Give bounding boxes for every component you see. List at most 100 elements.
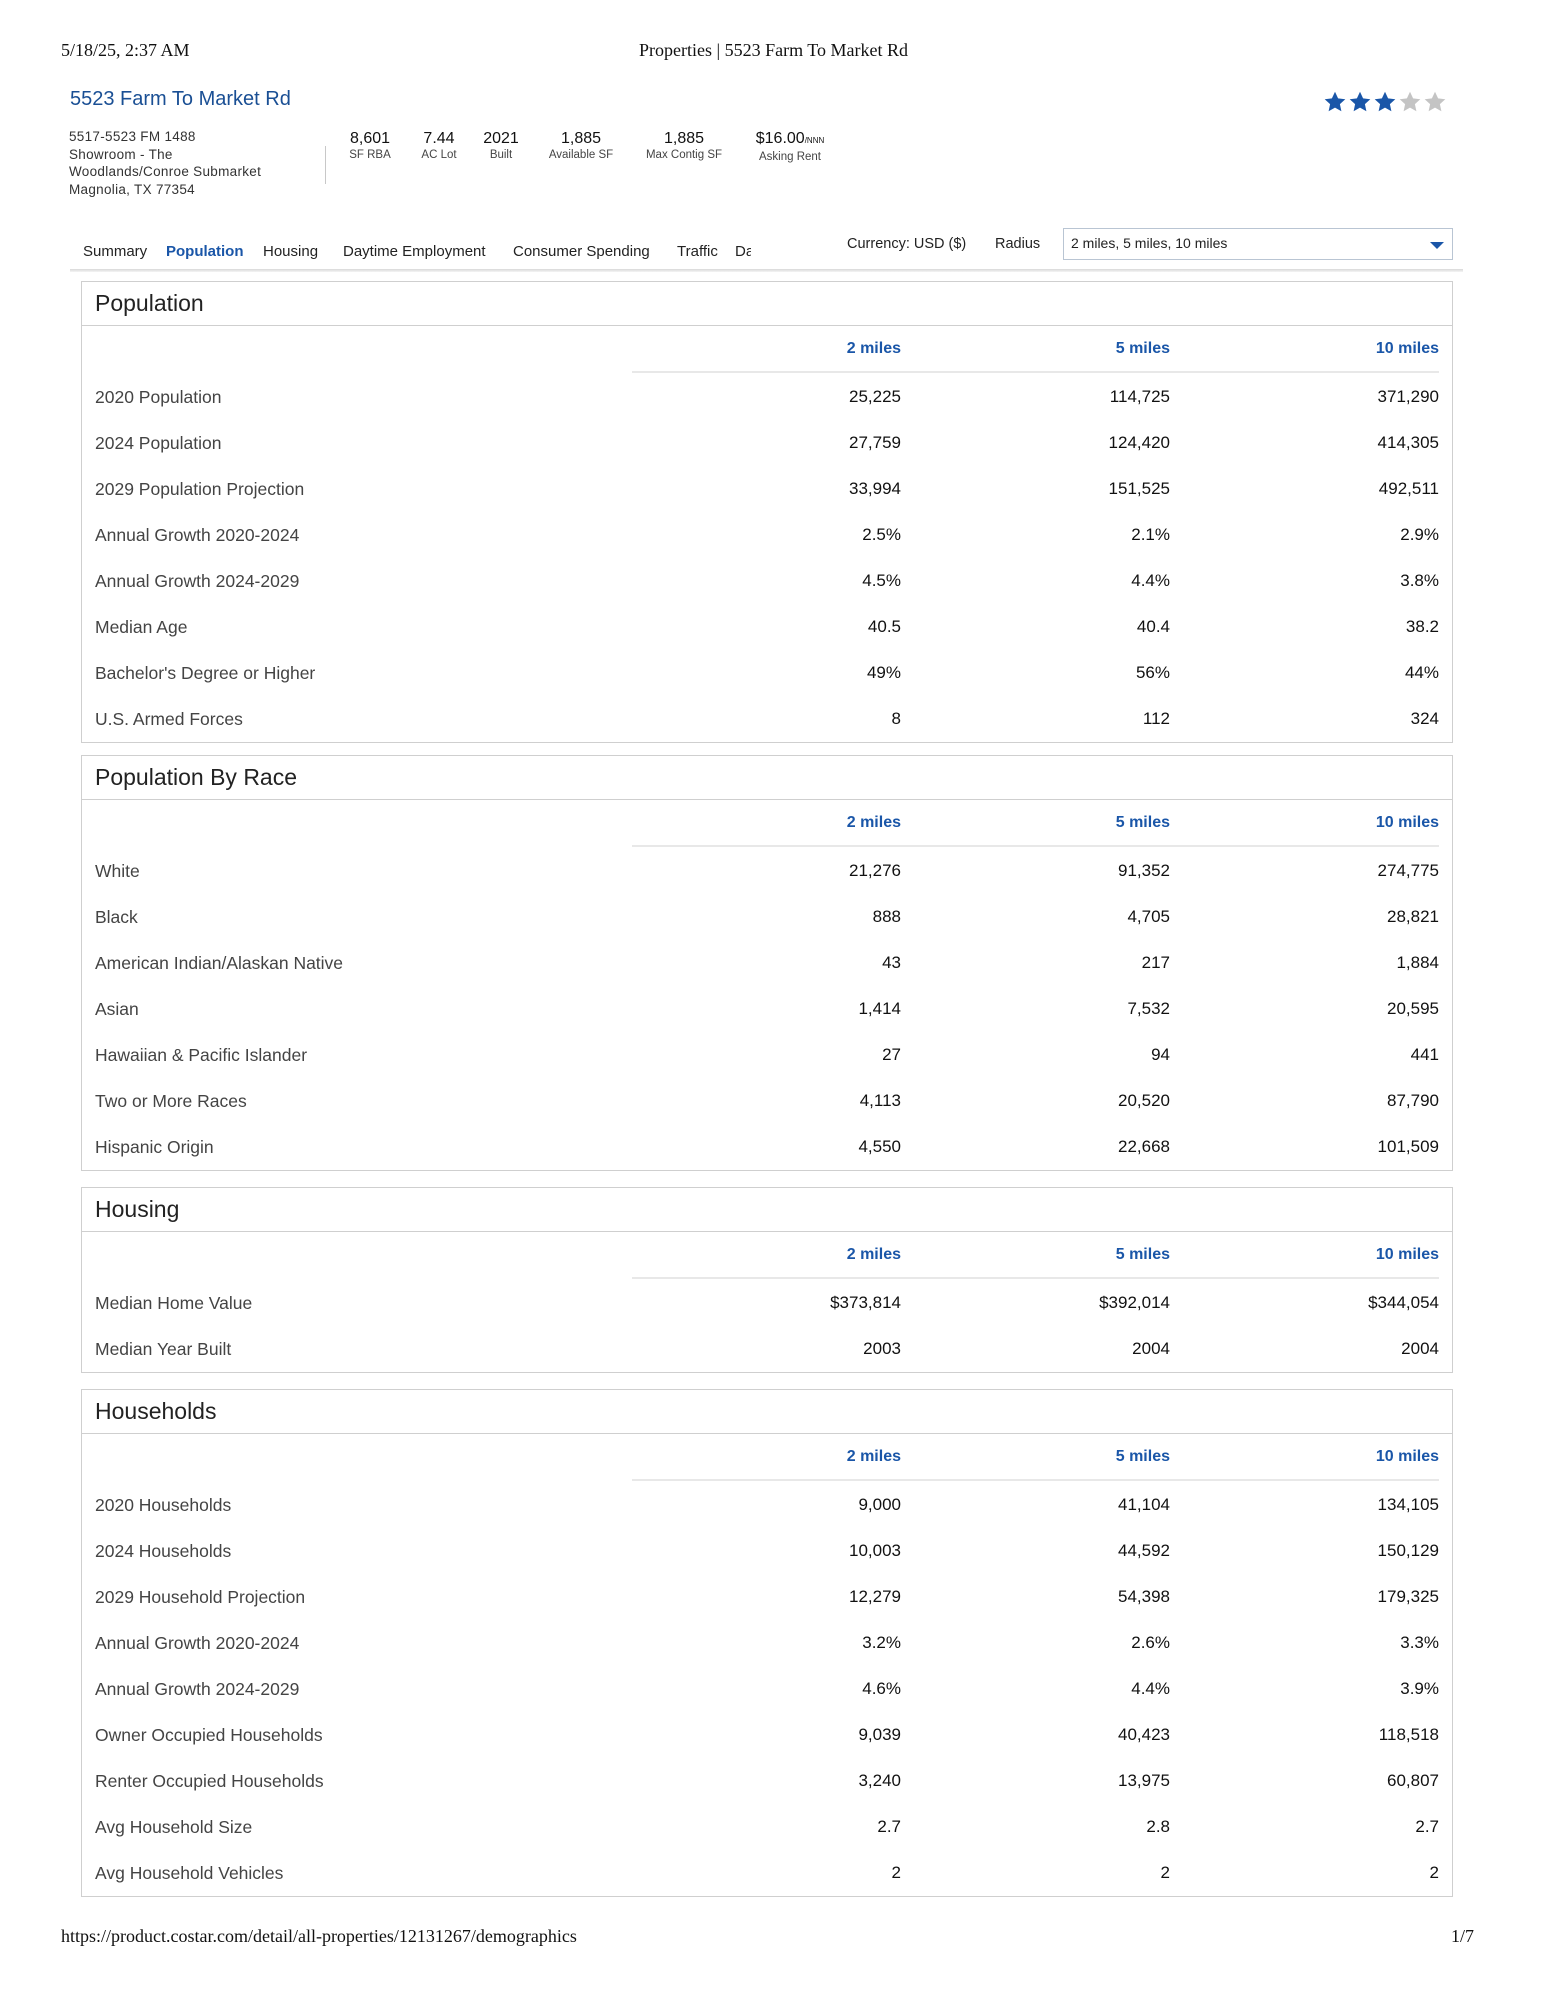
column-header[interactable]: 10 miles xyxy=(1376,340,1439,358)
section-population: Population 2 miles 5 miles 10 miles 2020 Pop… xyxy=(81,281,1453,743)
row-value: 4.4% xyxy=(1131,571,1170,590)
column-header[interactable]: 10 miles xyxy=(1376,1246,1439,1264)
stat-built: 2021 Built xyxy=(483,130,519,162)
row-label: White xyxy=(95,861,140,881)
row-value: 12,279 xyxy=(849,1587,901,1606)
stat-label: Max Contig SF xyxy=(645,149,723,161)
row-value: 118,518 xyxy=(1378,1725,1439,1744)
section-housing: Housing 2 miles 5 miles 10 miles Median Home… xyxy=(81,1187,1453,1373)
tab-consumer-spending[interactable]: Consumer Spending xyxy=(513,243,650,260)
stat-value: 7.44 xyxy=(421,130,456,148)
row-value: 324 xyxy=(1410,709,1439,728)
tab-bar-divider xyxy=(70,269,1463,272)
chevron-down-icon[interactable] xyxy=(1430,242,1444,249)
section-title: Households xyxy=(82,1390,1452,1434)
header-rule xyxy=(632,1479,1439,1481)
property-address: 5517-5523 FM 1488 Showroom - The Woodlands… xyxy=(69,128,299,198)
row-value: 179,325 xyxy=(1377,1587,1439,1606)
column-header[interactable]: 5 miles xyxy=(1116,340,1170,358)
tab-traffic[interactable]: Traffic xyxy=(677,243,718,260)
table-row: Annual Growth 2024-2029 4.6% 4.4% 3.9% xyxy=(82,1666,1452,1712)
row-value: 10,003 xyxy=(849,1541,901,1560)
stat-available-sf: 1,885 Available SF xyxy=(549,130,613,162)
row-value: 4,705 xyxy=(1127,907,1170,926)
radius-dropdown[interactable]: 2 miles, 5 miles, 10 miles xyxy=(1063,228,1453,260)
column-header[interactable]: 2 miles xyxy=(847,814,901,832)
row-value: 9,039 xyxy=(858,1725,901,1744)
print-header: 5/18/25, 2:37 AM Properties | 5523 Farm … xyxy=(61,40,1486,64)
row-value: 2.8 xyxy=(1146,1817,1170,1836)
row-value: 27 xyxy=(882,1045,901,1064)
row-value: 1,414 xyxy=(858,999,901,1018)
row-value: 4.5% xyxy=(862,571,901,590)
section-title: Population xyxy=(82,282,1452,326)
stat-value: 2021 xyxy=(483,130,519,148)
table-row: Owner Occupied Households 9,039 40,423 118,… xyxy=(82,1712,1452,1758)
address-line: Magnolia, TX 77354 xyxy=(69,181,195,197)
table-row: Black 888 4,705 28,821 xyxy=(82,894,1452,940)
tab-housing[interactable]: Housing xyxy=(263,243,318,260)
row-value: 114,725 xyxy=(1109,387,1170,406)
row-value: 2 xyxy=(1160,1863,1170,1882)
table-row: Median Year Built 2003 2004 2004 xyxy=(82,1326,1452,1372)
header-rule xyxy=(632,1277,1439,1279)
section-title: Population By Race xyxy=(82,756,1452,800)
column-header[interactable]: 2 miles xyxy=(847,1448,901,1466)
row-value: 44% xyxy=(1404,663,1439,682)
currency-selector[interactable]: Currency: USD ($) xyxy=(847,236,966,252)
row-value: 4.6% xyxy=(862,1679,901,1698)
table-row: Two or More Races 4,113 20,520 87,790 xyxy=(82,1078,1452,1124)
column-header[interactable]: 2 miles xyxy=(847,1246,901,1264)
tab-population[interactable]: Population xyxy=(166,243,244,260)
row-value: 2.5% xyxy=(862,525,901,544)
row-value: 4.4% xyxy=(1131,1679,1170,1698)
tab-summary[interactable]: Summary xyxy=(83,243,147,260)
tab-da[interactable]: Da xyxy=(735,243,751,260)
row-value: 441 xyxy=(1410,1045,1439,1064)
table-row: Annual Growth 2020-2024 2.5% 2.1% 2.9% xyxy=(82,512,1452,558)
row-value: 87,790 xyxy=(1387,1091,1439,1110)
row-label: Black xyxy=(95,907,138,927)
table-row: Bachelor's Degree or Higher 49% 56% 44% xyxy=(82,650,1452,696)
table-row: 2024 Households 10,003 44,592 150,129 xyxy=(82,1528,1452,1574)
row-value: 9,000 xyxy=(858,1495,901,1514)
row-label: Annual Growth 2024-2029 xyxy=(95,1679,300,1699)
row-label: Median Home Value xyxy=(95,1293,253,1313)
row-label: Bachelor's Degree or Higher xyxy=(95,663,316,683)
header-divider xyxy=(325,146,326,184)
row-label: Annual Growth 2024-2029 xyxy=(95,571,300,591)
table-row: U.S. Armed Forces 8 112 324 xyxy=(82,696,1452,742)
row-value: 27,759 xyxy=(849,433,901,452)
row-value: 274,775 xyxy=(1377,861,1439,880)
row-value: 414,305 xyxy=(1377,433,1439,452)
row-label: Two or More Races xyxy=(95,1091,247,1111)
row-label: Hawaiian & Pacific Islander xyxy=(95,1045,308,1065)
stat-label: Built xyxy=(489,149,513,161)
table-row: American Indian/Alaskan Native 43 217 1,884 xyxy=(82,940,1452,986)
row-value: 2004 xyxy=(1132,1339,1170,1358)
stat-value-text: $16.00 xyxy=(755,130,805,147)
property-name-link[interactable]: 5523 Farm To Market Rd xyxy=(70,88,291,111)
column-header[interactable]: 10 miles xyxy=(1376,814,1439,832)
row-value: 44,592 xyxy=(1118,1541,1170,1560)
stat-label: Available SF xyxy=(548,149,614,161)
row-label: Annual Growth 2020-2024 xyxy=(95,1633,300,1653)
row-label: Avg Household Vehicles xyxy=(95,1863,284,1883)
column-header[interactable]: 2 miles xyxy=(847,340,901,358)
star-filled-icon xyxy=(1374,91,1396,112)
row-label: Avg Household Size xyxy=(95,1817,253,1837)
column-header[interactable]: 5 miles xyxy=(1116,814,1170,832)
row-value: 124,420 xyxy=(1108,433,1170,452)
column-header[interactable]: 10 miles xyxy=(1376,1448,1439,1466)
row-value: 134,105 xyxy=(1377,1495,1439,1514)
column-header[interactable]: 5 miles xyxy=(1116,1448,1170,1466)
row-value: 217 xyxy=(1141,953,1170,972)
row-value: 41,104 xyxy=(1118,1495,1170,1514)
star-filled-icon xyxy=(1349,91,1371,112)
tab-daytime-employment[interactable]: Daytime Employment xyxy=(343,243,486,260)
column-header[interactable]: 5 miles xyxy=(1116,1246,1170,1264)
table-row: Hawaiian & Pacific Islander 27 94 441 xyxy=(82,1032,1452,1078)
stat-value: 8,601 xyxy=(349,130,391,148)
row-value: 492,511 xyxy=(1378,479,1439,498)
row-label: Renter Occupied Households xyxy=(95,1771,324,1791)
